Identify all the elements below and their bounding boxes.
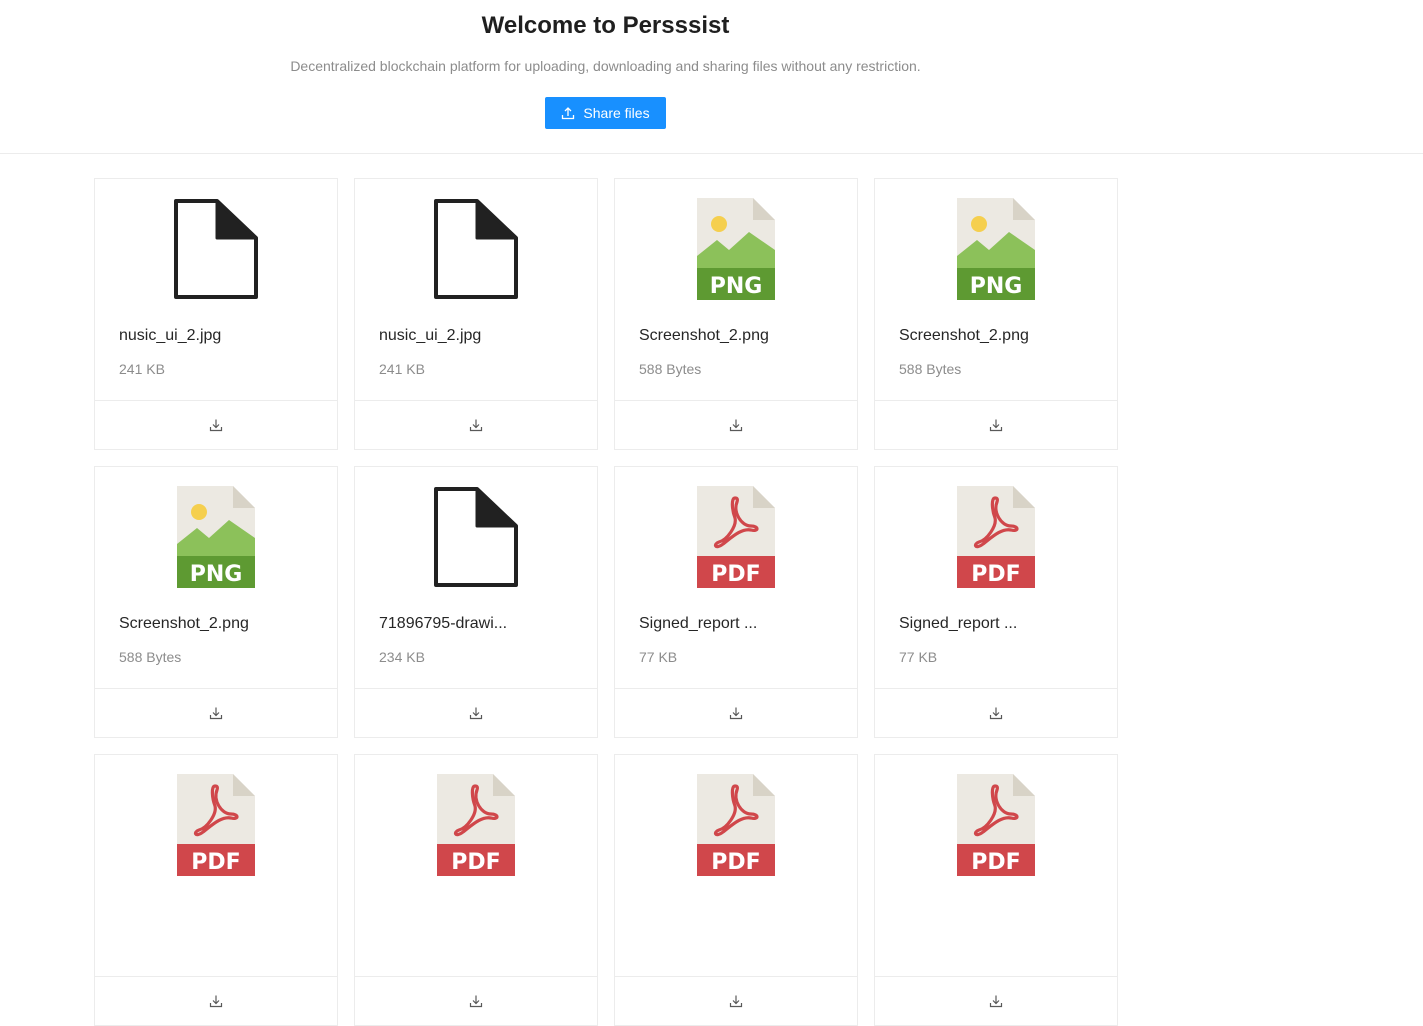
svg-text:PNG: PNG: [190, 562, 243, 587]
share-files-label: Share files: [583, 105, 650, 121]
file-size: 77 KB: [639, 649, 678, 665]
file-card-cover: [95, 179, 337, 307]
pdf-file-icon: PDF: [697, 486, 775, 593]
file-card: nusic_ui_2.jpg 241 KB: [94, 178, 338, 450]
file-card: PNG Screenshot_2.png 588 Bytes: [94, 466, 338, 738]
file-card-actions: [355, 976, 597, 1025]
file-card-cover: PDF: [615, 467, 857, 595]
download-icon[interactable]: [204, 413, 228, 437]
file-name: Screenshot_2.png: [639, 327, 769, 344]
file-name: Screenshot_2.png: [899, 327, 1029, 344]
file-size: 241 KB: [379, 361, 425, 377]
pdf-file-icon: PDF: [957, 774, 1035, 881]
file-card-actions: [615, 688, 857, 737]
file-name: Screenshot_2.png: [119, 615, 249, 632]
generic-file-icon: [433, 486, 519, 593]
file-card-actions: [615, 976, 857, 1025]
file-card: PDF Signed_report ... 77 KB: [874, 466, 1118, 738]
svg-text:PDF: PDF: [191, 850, 240, 875]
file-card: PDF: [614, 754, 858, 1026]
file-card: nusic_ui_2.jpg 241 KB: [354, 178, 598, 450]
download-icon[interactable]: [464, 989, 488, 1013]
pdf-file-icon: PDF: [437, 774, 515, 881]
svg-text:PDF: PDF: [711, 562, 760, 587]
svg-text:PNG: PNG: [970, 274, 1023, 299]
file-card-cover: [355, 179, 597, 307]
pdf-file-icon: PDF: [957, 486, 1035, 593]
file-card-actions: [355, 400, 597, 449]
share-files-button[interactable]: Share files: [545, 97, 666, 129]
generic-file-icon: [173, 198, 259, 305]
download-icon[interactable]: [984, 413, 1008, 437]
file-name: nusic_ui_2.jpg: [119, 327, 222, 344]
download-icon[interactable]: [464, 413, 488, 437]
file-name: 71896795-drawi...: [379, 615, 508, 632]
file-card: PDF Signed_report ... 77 KB: [614, 466, 858, 738]
file-card: 71896795-drawi... 234 KB: [354, 466, 598, 738]
file-card: PDF: [94, 754, 338, 1026]
file-card-cover: PDF: [875, 755, 1117, 883]
file-card-actions: [875, 688, 1117, 737]
pdf-file-icon: PDF: [697, 774, 775, 881]
svg-text:PDF: PDF: [711, 850, 760, 875]
download-icon[interactable]: [204, 701, 228, 725]
file-card-cover: PDF: [875, 467, 1117, 595]
file-card: PDF: [354, 754, 598, 1026]
file-size: 77 KB: [899, 649, 938, 665]
file-name: Signed_report ...: [899, 615, 1018, 632]
file-name: Signed_report ...: [639, 615, 758, 632]
file-card-cover: [355, 467, 597, 595]
file-card-cover: PDF: [95, 755, 337, 883]
file-card-actions: [355, 688, 597, 737]
upload-icon: [561, 106, 575, 120]
svg-text:PDF: PDF: [971, 850, 1020, 875]
download-icon[interactable]: [464, 701, 488, 725]
png-file-icon: PNG: [697, 198, 775, 305]
file-card-cover: PDF: [355, 755, 597, 883]
svg-text:PNG: PNG: [710, 274, 763, 299]
file-size: 588 Bytes: [899, 361, 962, 377]
file-size: 241 KB: [119, 361, 165, 377]
download-icon[interactable]: [724, 413, 748, 437]
download-icon[interactable]: [724, 989, 748, 1013]
file-card-actions: [95, 688, 337, 737]
pdf-file-icon: PDF: [177, 774, 255, 881]
file-grid: nusic_ui_2.jpg 241 KB nusic_ui_2.jpg 241 K…: [94, 178, 1118, 1026]
file-card: PNG Screenshot_2.png 588 Bytes: [874, 178, 1118, 450]
download-icon[interactable]: [984, 701, 1008, 725]
file-card-actions: [615, 400, 857, 449]
file-card-actions: [95, 976, 337, 1025]
download-icon[interactable]: [724, 701, 748, 725]
file-card-cover: PNG: [615, 179, 857, 307]
png-file-icon: PNG: [177, 486, 255, 593]
generic-file-icon: [433, 198, 519, 305]
file-card: PDF: [874, 754, 1118, 1026]
file-card-actions: [875, 400, 1117, 449]
download-icon[interactable]: [984, 989, 1008, 1013]
svg-text:PDF: PDF: [971, 562, 1020, 587]
file-size: 588 Bytes: [119, 649, 182, 665]
file-size: 234 KB: [379, 649, 425, 665]
page-subtitle: Decentralized blockchain platform for up…: [290, 58, 921, 74]
file-card-actions: [875, 976, 1117, 1025]
svg-text:PDF: PDF: [451, 850, 500, 875]
file-card-cover: PNG: [875, 179, 1117, 307]
file-card-actions: [95, 400, 337, 449]
file-card-cover: PNG: [95, 467, 337, 595]
file-size: 588 Bytes: [639, 361, 702, 377]
file-card-cover: PDF: [615, 755, 857, 883]
file-card: PNG Screenshot_2.png 588 Bytes: [614, 178, 858, 450]
hero-header: Welcome to Persssist Decentralized block…: [0, 0, 1423, 154]
download-icon[interactable]: [204, 989, 228, 1013]
file-name: nusic_ui_2.jpg: [379, 327, 482, 344]
png-file-icon: PNG: [957, 198, 1035, 305]
page-title: Welcome to Persssist: [481, 12, 730, 39]
